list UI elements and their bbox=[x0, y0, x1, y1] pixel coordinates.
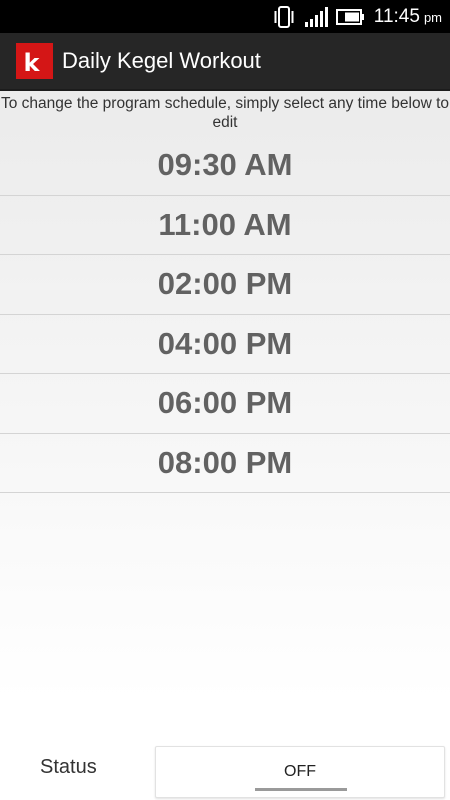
app-logo[interactable]: k bbox=[16, 43, 53, 79]
action-bar: k Daily Kegel Workout bbox=[0, 33, 450, 91]
toggle-indicator bbox=[255, 788, 347, 791]
app-logo-letter: k bbox=[23, 49, 40, 77]
status-toggle-button[interactable]: OFF bbox=[155, 746, 445, 798]
app-title: Daily Kegel Workout bbox=[62, 48, 261, 73]
status-label: Status bbox=[40, 756, 97, 778]
battery-icon bbox=[335, 8, 364, 25]
clock-ampm: pm bbox=[423, 9, 442, 25]
clock: 11:45 pm bbox=[374, 6, 442, 28]
vibrate-icon bbox=[272, 5, 296, 28]
schedule-time-item[interactable]: 08:00 PM bbox=[0, 434, 450, 493]
signal-icon bbox=[304, 6, 328, 27]
status-bar: 11:45 pm bbox=[0, 0, 450, 33]
clock-time: 11:45 bbox=[373, 5, 420, 27]
instructions-text: To change the program schedule, simply s… bbox=[0, 95, 449, 131]
schedule-time-item[interactable]: 11:00 AM bbox=[0, 196, 450, 255]
schedule-time-item[interactable]: 06:00 PM bbox=[0, 374, 450, 434]
schedule-time-item[interactable]: 09:30 AM bbox=[0, 136, 450, 196]
schedule-list: 09:30 AM 11:00 AM 02:00 PM 04:00 PM 06:0… bbox=[0, 136, 450, 493]
status-toggle-label: OFF bbox=[284, 763, 316, 780]
schedule-time-item[interactable]: 04:00 PM bbox=[0, 315, 450, 374]
schedule-time-item[interactable]: 02:00 PM bbox=[0, 255, 450, 315]
